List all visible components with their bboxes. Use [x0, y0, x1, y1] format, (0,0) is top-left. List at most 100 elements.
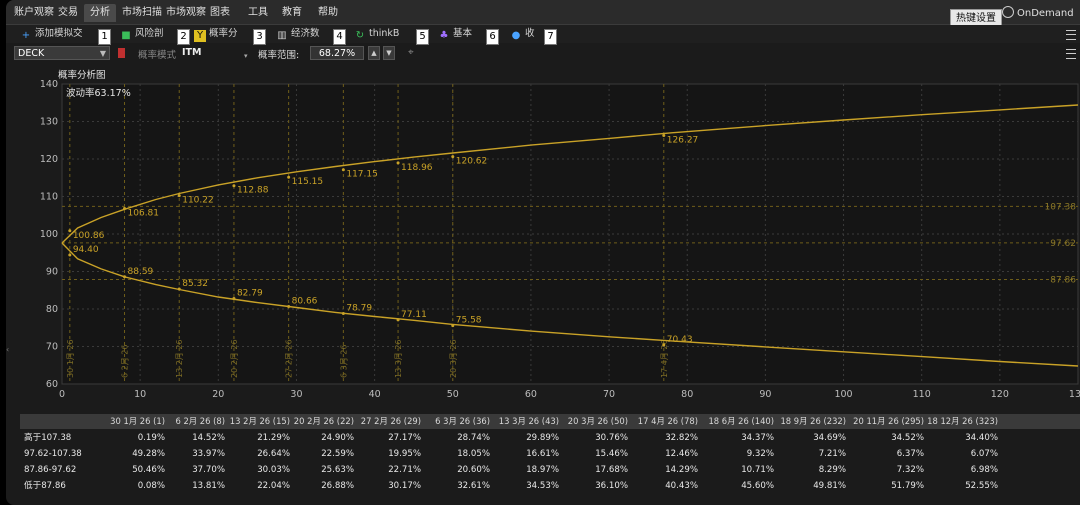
data-label: 75.58: [456, 316, 482, 326]
table-cell: 7.21%: [818, 449, 846, 459]
table-cell: 0.08%: [137, 481, 165, 491]
column-header[interactable]: 18 6月 26 (140): [708, 414, 774, 429]
y-tick-label: 60: [46, 379, 58, 390]
step-number-badge: 3: [253, 29, 266, 45]
data-point: [177, 194, 181, 198]
panel-resize-handle[interactable]: ‹: [6, 345, 12, 361]
x-tick-label: 90: [759, 389, 771, 400]
data-label: 94.40: [73, 245, 99, 255]
data-label: 112.88: [237, 186, 269, 196]
app-window: 账户观察 交易 分析 市场扫描 市场观察 图表 工具 教育 帮助 热键设置 OnDemand +…: [6, 0, 1080, 505]
table-cell: 25.63%: [321, 465, 354, 475]
table-cell: 34.40%: [965, 433, 998, 443]
table-cell: 12.46%: [665, 449, 698, 459]
table-cell: 6.37%: [896, 449, 924, 459]
expiration-label: 20 2月 26: [230, 339, 239, 378]
table-cell: 49.28%: [132, 449, 165, 459]
data-label: 70.43: [667, 335, 693, 345]
column-header[interactable]: 18 12月 26 (323): [927, 414, 998, 429]
data-label: 88.59: [128, 267, 154, 277]
table-cell: 14.52%: [192, 433, 225, 443]
table-cell: 6.07%: [970, 449, 998, 459]
data-label: 120.62: [456, 157, 488, 167]
table-cell: 52.55%: [965, 481, 998, 491]
step-number-badge: 2: [177, 29, 190, 45]
column-header[interactable]: 20 3月 26 (50): [568, 414, 628, 429]
data-label: 85.32: [182, 279, 208, 289]
table-cell: 30.76%: [595, 433, 628, 443]
x-tick-label: 30: [290, 389, 302, 400]
table-cell: 14.29%: [665, 465, 698, 475]
table-cell: 22.59%: [321, 449, 354, 459]
row-label: 87.86-97.62: [24, 465, 77, 475]
column-header[interactable]: 17 4月 26 (78): [638, 414, 698, 429]
table-row: 高于107.38 0.19% 14.52% 21.29% 24.90% 27.17% 28.…: [20, 431, 1080, 446]
price-level-label: 87.86: [1050, 276, 1076, 286]
column-header[interactable]: 30 1月 26 (1): [110, 414, 165, 429]
table-cell: 30.03%: [257, 465, 290, 475]
row-label: 低于87.86: [24, 481, 66, 491]
expiration-label: 13 3月 26: [394, 339, 403, 378]
table-cell: 18.97%: [526, 465, 559, 475]
data-label: 115.15: [292, 177, 324, 187]
column-header[interactable]: 20 11月 26 (295): [853, 414, 924, 429]
probability-chart[interactable]: 0 10 20 30 40 50 60 70 80 90 100 110 120 130 60 70 80 90 1…: [6, 0, 1080, 410]
data-label: 126.27: [667, 135, 699, 145]
step-number-badge: 6: [486, 29, 499, 45]
column-header[interactable]: 6 2月 26 (8): [175, 414, 225, 429]
x-tick-label: 60: [525, 389, 537, 400]
table-cell: 34.69%: [813, 433, 846, 443]
table-cell: 22.71%: [388, 465, 421, 475]
x-tick-label: 70: [603, 389, 615, 400]
data-point: [451, 155, 455, 159]
table-cell: 21.29%: [257, 433, 290, 443]
x-tick-label: 40: [369, 389, 381, 400]
data-label: 117.15: [346, 170, 378, 180]
x-tick-label: 80: [681, 389, 693, 400]
table-cell: 15.46%: [595, 449, 628, 459]
table-cell: 9.32%: [746, 449, 774, 459]
table-cell: 8.29%: [818, 465, 846, 475]
step-number-badge: 1: [98, 29, 111, 45]
column-header[interactable]: 13 2月 26 (15): [230, 414, 290, 429]
data-point: [232, 297, 236, 301]
data-point: [68, 229, 72, 233]
plot-area: [61, 83, 1079, 385]
data-point: [341, 312, 345, 316]
data-point: [287, 175, 291, 179]
column-header[interactable]: 20 2月 26 (22): [294, 414, 354, 429]
table-cell: 37.70%: [192, 465, 225, 475]
y-tick-label: 120: [40, 154, 58, 165]
y-tick-label: 110: [40, 192, 58, 203]
data-point: [662, 133, 666, 137]
expiration-label: 6 2月 26: [121, 345, 130, 378]
x-tick-label: 120: [991, 389, 1009, 400]
data-label: 82.79: [237, 289, 263, 299]
table-header: 30 1月 26 (1) 6 2月 26 (8) 13 2月 26 (15) 20 2…: [20, 414, 1080, 429]
x-tick-label: 0: [59, 389, 65, 400]
table-cell: 13.81%: [192, 481, 225, 491]
table-cell: 49.81%: [813, 481, 846, 491]
row-label: 97.62-107.38: [24, 449, 82, 459]
column-header[interactable]: 13 3月 26 (43): [499, 414, 559, 429]
column-header[interactable]: 6 3月 26 (36): [435, 414, 490, 429]
table-cell: 27.17%: [388, 433, 421, 443]
volatility-label: 波动率63.17%: [66, 87, 131, 99]
table-cell: 29.89%: [526, 433, 559, 443]
data-point: [396, 318, 400, 322]
table-cell: 36.10%: [595, 481, 628, 491]
y-tick-label: 130: [40, 117, 58, 128]
table-cell: 40.43%: [665, 481, 698, 491]
data-label: 80.66: [292, 297, 318, 307]
data-point: [451, 324, 455, 328]
expiration-label: 13 2月 26: [175, 339, 184, 378]
data-label: 110.22: [182, 196, 214, 206]
table-row: 87.86-97.62 50.46% 37.70% 30.03% 25.63% 22.71…: [20, 463, 1080, 478]
column-header[interactable]: 27 2月 26 (29): [361, 414, 421, 429]
data-label: 77.11: [401, 310, 427, 320]
column-header[interactable]: 18 9月 26 (232): [780, 414, 846, 429]
table-cell: 0.19%: [137, 433, 165, 443]
expiration-label: 27 2月 26: [285, 339, 294, 378]
data-point: [177, 287, 181, 291]
table-cell: 22.04%: [257, 481, 290, 491]
